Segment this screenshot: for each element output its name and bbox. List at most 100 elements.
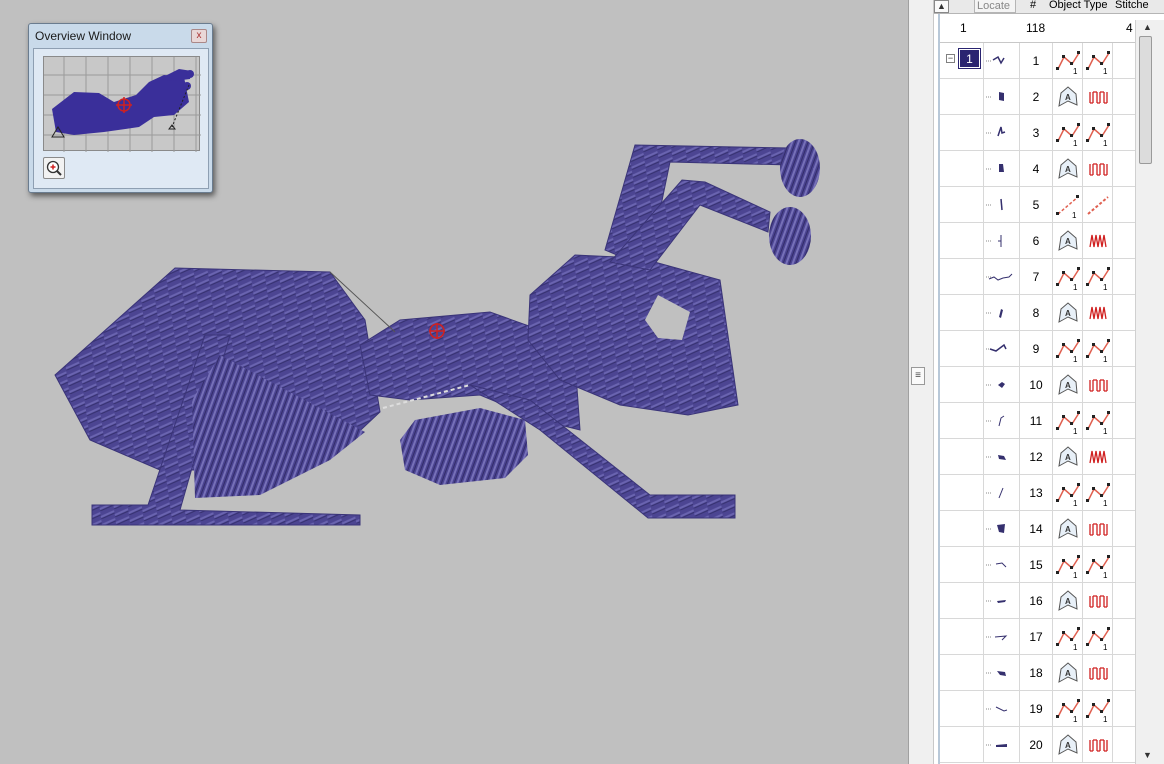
stitch-type-cell[interactable] [1083,367,1113,403]
object-type-cell[interactable]: A [1053,439,1083,475]
object-type-cell[interactable]: A [1053,223,1083,259]
object-type-cell[interactable]: 1 [1053,547,1083,583]
svg-text:A: A [1065,669,1071,678]
zoom-in-button[interactable] [43,157,65,179]
object-number: 12 [1020,439,1053,475]
object-row[interactable]: 7 1 1 [940,259,1139,295]
object-thumbnail-icon [986,273,1013,281]
stitch-type-cell[interactable] [1083,79,1113,115]
object-type-cell[interactable]: 1 [1053,619,1083,655]
object-thumbnail-icon [986,562,1007,568]
object-type-cell[interactable]: 1 [1053,259,1083,295]
scroll-thumb[interactable] [1139,36,1152,164]
stitch-type-cell[interactable] [1083,655,1113,691]
column-header-object-type[interactable]: Object Type [1049,0,1108,11]
stitch-type-cell[interactable] [1083,295,1113,331]
stitch-type-cell[interactable]: 1 [1083,259,1113,295]
group-cell [940,151,984,187]
object-row[interactable]: 9 1 1 [940,331,1139,367]
object-row[interactable]: 6A [940,223,1139,259]
svg-text:1: 1 [1073,427,1078,436]
overview-window[interactable]: Overview Window x [28,23,213,193]
object-type-cell[interactable]: A [1053,583,1083,619]
object-thumbnail-icon [986,455,1006,460]
object-type-cell[interactable]: A [1053,367,1083,403]
stitch-type-cell[interactable] [1083,583,1113,619]
object-type-cell[interactable]: 1 [1053,475,1083,511]
scroll-down-icon[interactable]: ▼ [1143,750,1152,760]
object-number: 15 [1020,547,1053,583]
stitch-type-cell[interactable] [1083,151,1113,187]
object-thumbnail [984,691,1020,727]
collapse-icon[interactable]: ▲ [934,0,949,13]
stitch-type-cell[interactable]: 1 [1083,403,1113,439]
run-stitch-icon: 1 [1086,51,1110,76]
stitch-type-cell[interactable]: 1 [1083,619,1113,655]
column-header-number[interactable]: # [1030,0,1036,11]
collapse-group-icon[interactable]: − [946,54,955,63]
fill-object-icon: A [1058,158,1078,179]
stitch-type-cell[interactable] [1083,187,1113,223]
object-row[interactable]: 11 1 1 [940,403,1139,439]
panel-splitter[interactable]: ≡ [908,0,934,764]
object-row[interactable]: 4A [940,151,1139,187]
object-row[interactable]: 17 1 1 [940,619,1139,655]
object-type-cell[interactable]: A [1053,79,1083,115]
column-header-stitches[interactable]: Stitche [1115,0,1149,11]
run-stitch-icon: 1 [1056,699,1080,724]
object-type-cell[interactable]: 1 [1053,403,1083,439]
group-cell [940,187,984,223]
run-stitch-icon: 1 [1056,411,1080,436]
object-type-cell[interactable]: 1 [1053,691,1083,727]
splitter-grip-icon[interactable]: ≡ [911,367,925,385]
stitch-type-cell[interactable]: 1 [1083,547,1113,583]
overview-thumbnail[interactable] [43,56,201,152]
stitch-type-cell[interactable]: 1 [1083,115,1113,151]
object-row[interactable]: 12 A [940,439,1139,475]
stitch-type-cell[interactable] [1083,727,1113,763]
stitch-type-cell[interactable]: 1 [1083,331,1113,367]
object-type-cell[interactable]: 1 [1053,115,1083,151]
close-icon[interactable]: x [191,29,207,43]
object-row[interactable]: 2A [940,79,1139,115]
stitch-type-cell[interactable] [1083,439,1113,475]
run-stitch-icon: 1 [1056,51,1080,76]
locate-button[interactable]: Locate [974,0,1016,13]
object-row[interactable]: 18 A [940,655,1139,691]
object-row[interactable]: 20 A [940,727,1139,763]
stitch-type-cell[interactable] [1083,223,1113,259]
svg-text:A: A [1065,453,1071,462]
svg-text:A: A [1065,525,1071,534]
object-type-cell[interactable]: 1 [1053,187,1083,223]
stitch-type-cell[interactable] [1083,511,1113,547]
object-row[interactable]: 8A [940,295,1139,331]
object-row[interactable]: 51 [940,187,1139,223]
object-type-cell[interactable]: A [1053,151,1083,187]
object-type-cell[interactable]: A [1053,727,1083,763]
object-row[interactable]: 10 A [940,367,1139,403]
stitch-type-cell[interactable]: 1 [1083,691,1113,727]
object-row[interactable]: 16 A [940,583,1139,619]
object-list[interactable]: 1 118 4 1 1 1 2 A 3 1 1 4 A 5 1 6 A 7 1 1 8 A 9 1 1 10 A 11 1 1 12 A… [938,14,1139,764]
object-thumbnail-icon [986,164,1004,172]
object-row[interactable]: 3 1 1 [940,115,1139,151]
object-type-cell[interactable]: A [1053,655,1083,691]
group-cell [940,475,984,511]
vertical-scrollbar[interactable]: ▲ ▼ [1135,20,1164,764]
design-canvas[interactable]: Overview Window x [0,0,908,764]
stitch-type-cell[interactable]: 1 [1083,43,1113,79]
scroll-up-icon[interactable]: ▲ [1143,22,1152,32]
svg-text:A: A [1065,741,1071,750]
satin-stitch-icon [1089,306,1107,320]
object-row[interactable]: 13 1 1 [940,475,1139,511]
object-type-cell[interactable]: A [1053,511,1083,547]
object-type-cell[interactable]: A [1053,295,1083,331]
object-type-cell[interactable]: 1 [1053,43,1083,79]
object-number: 11 [1020,403,1053,439]
group-badge[interactable]: 1 [958,48,981,69]
object-row[interactable]: 15 1 1 [940,547,1139,583]
object-type-cell[interactable]: 1 [1053,331,1083,367]
object-row[interactable]: 19 1 1 [940,691,1139,727]
stitch-type-cell[interactable]: 1 [1083,475,1113,511]
object-row[interactable]: 14 A [940,511,1139,547]
